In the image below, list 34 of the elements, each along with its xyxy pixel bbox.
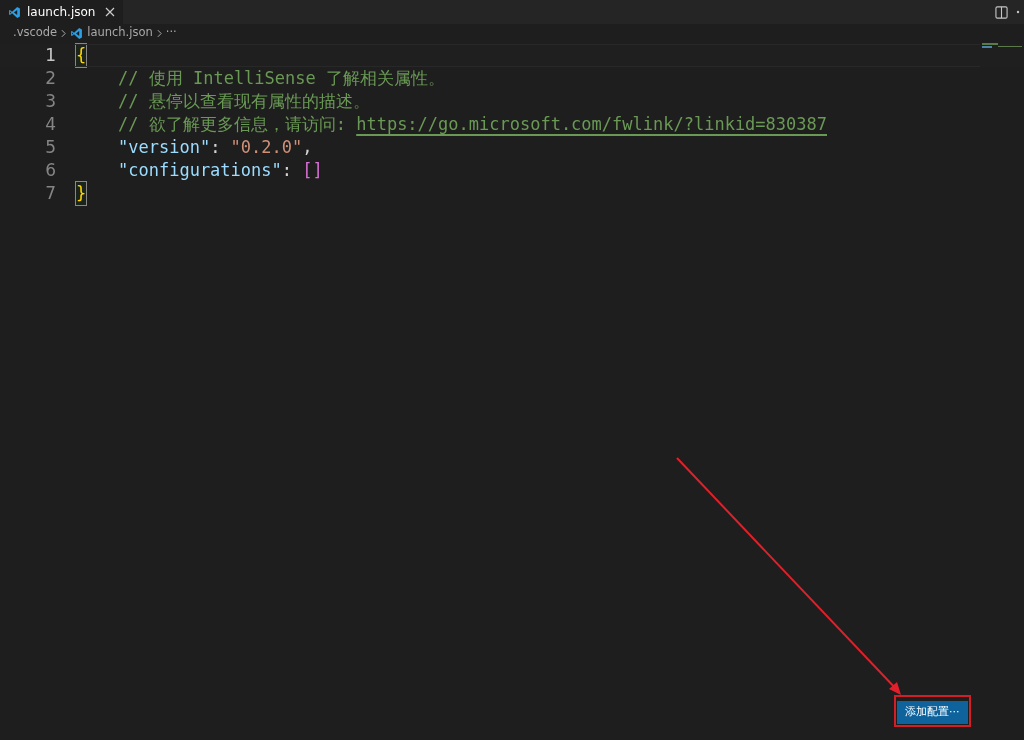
breadcrumb-item[interactable]: ···: [165, 24, 177, 42]
line-number: 5: [44, 135, 56, 159]
code-file-icon: [70, 26, 84, 40]
code-link[interactable]: https://go.microsoft.com/fwlink/?linkid=830387: [356, 113, 827, 136]
breadcrumb-item[interactable]: launch.json: [87, 24, 153, 42]
line-number: 7: [44, 181, 56, 205]
close-icon[interactable]: [105, 7, 116, 17]
chevron-right-icon: [156, 28, 162, 38]
json-string: "0.2.0": [230, 136, 303, 159]
json-brace: }: [76, 182, 87, 205]
code-comment: // 悬停以查看现有属性的描述。: [118, 90, 370, 113]
chevron-right-icon: [61, 28, 67, 38]
json-brace: {: [76, 44, 87, 67]
line-number: 2: [44, 66, 56, 90]
line-number: 1: [44, 43, 56, 67]
tab-label: launch.json: [27, 4, 96, 21]
line-number: 6: [44, 158, 56, 182]
editor-tab[interactable]: launch.json: [0, 0, 124, 24]
code-comment: // 欲了解更多信息，请访问:: [118, 113, 347, 136]
line-number: 4: [44, 112, 56, 136]
json-key: "version": [118, 136, 211, 159]
more-actions-icon[interactable]: [1016, 10, 1020, 14]
minimap-drawing: [982, 43, 1022, 51]
code-punctuation: :: [281, 159, 293, 182]
breadcrumb-item[interactable]: .vscode: [13, 24, 58, 42]
code-punctuation: ,: [302, 136, 313, 159]
json-bracket: []: [302, 159, 323, 182]
code-file-icon: [8, 5, 21, 19]
line-number: 3: [44, 89, 56, 113]
code-punctuation: :: [210, 136, 222, 159]
add-configuration-button[interactable]: 添加配置···: [897, 700, 968, 724]
code-comment: // 使用 IntelliSense 了解相关属性。: [118, 67, 445, 90]
split-editor-icon[interactable]: [995, 5, 1008, 19]
json-key: "configurations": [118, 159, 282, 182]
